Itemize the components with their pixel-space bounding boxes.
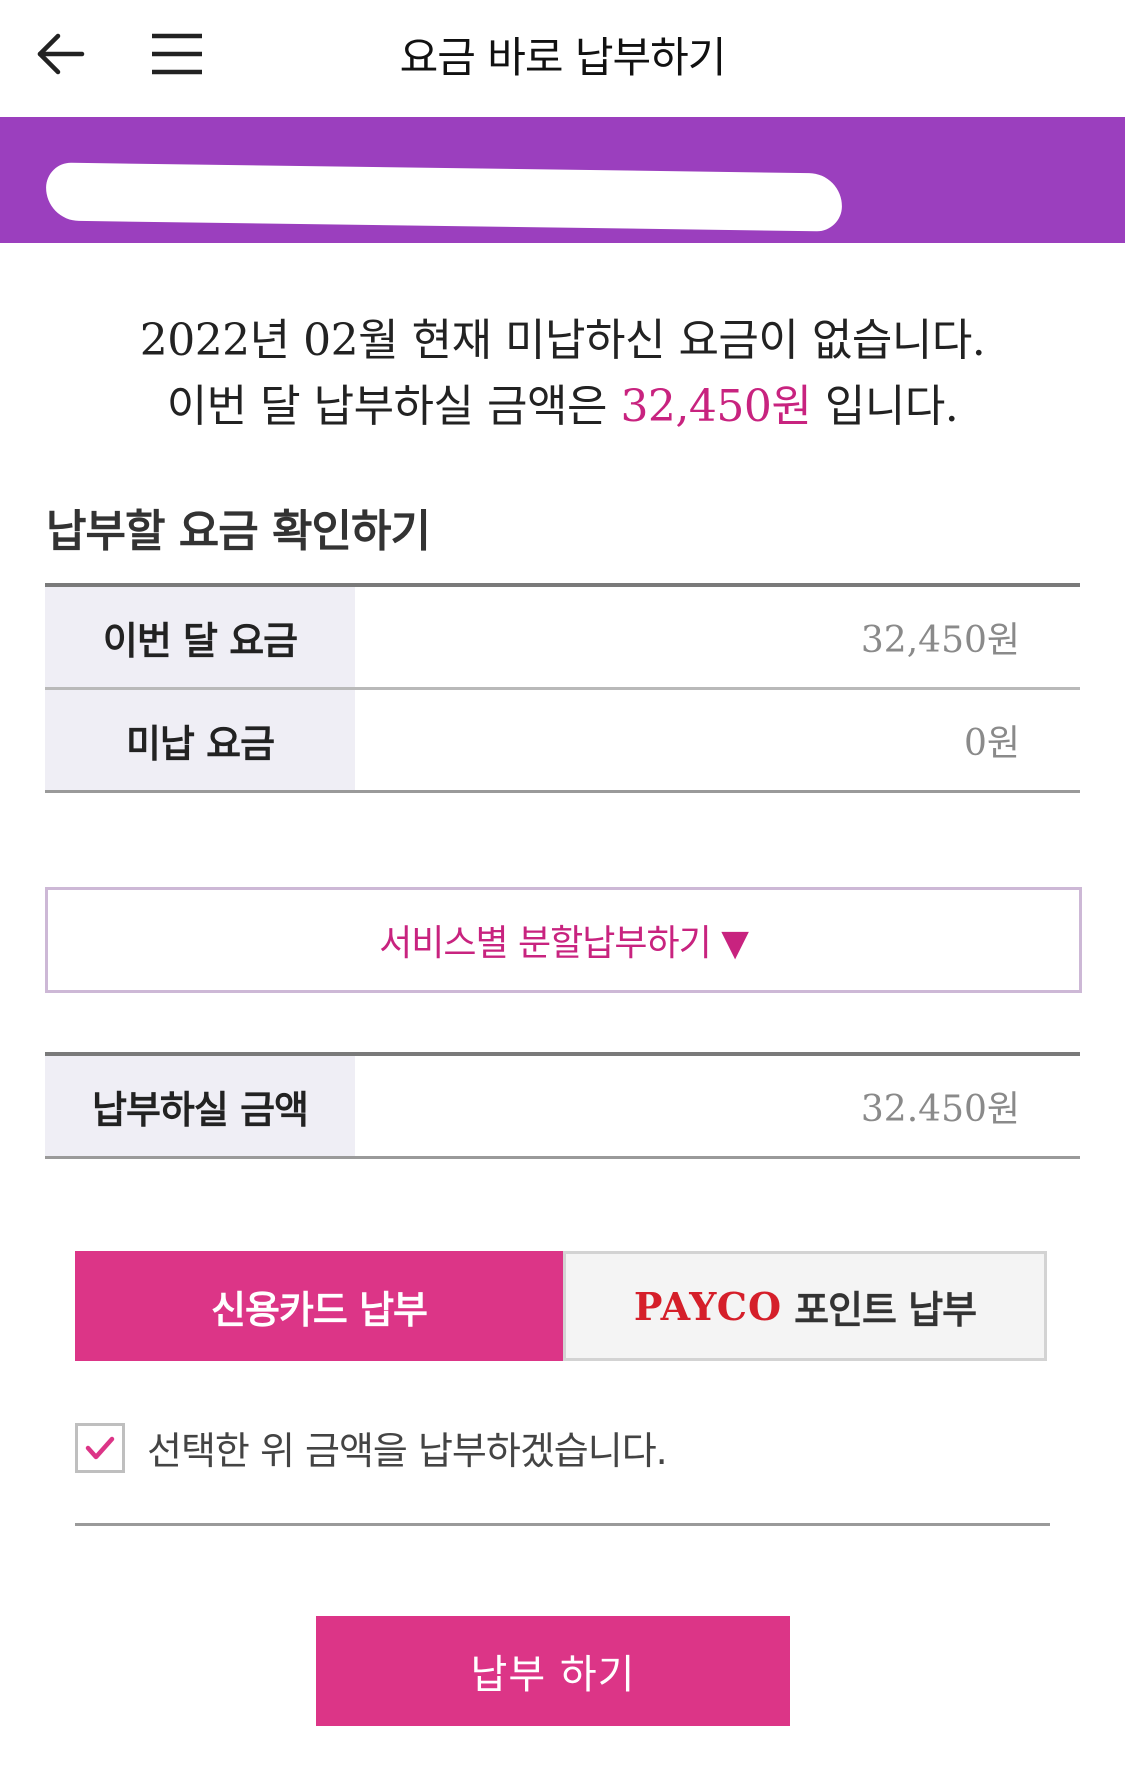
page-title: 요금 바로 납부하기 — [399, 33, 727, 82]
payment-total-table: 납부하실 금액 32.450원 — [45, 1052, 1080, 1159]
notice-line-2: 이번 달 납부하실 금액은 32,450원 입니다. — [0, 374, 1125, 440]
payco-tab-label: 포인트 납부 — [794, 1287, 977, 1332]
notice-amount: 32,450원 — [620, 381, 812, 432]
agreement-row: 선택한 위 금액을 납부하겠습니다. — [75, 1420, 668, 1475]
row-value: 32,450원 — [860, 620, 1020, 661]
bill-table: 이번 달 요금 32,450원 미납 요금 0원 — [45, 583, 1080, 793]
tab-credit-card[interactable]: 신용카드 납부 — [75, 1251, 563, 1361]
redacted-account-info — [45, 162, 843, 232]
checkmark-icon — [85, 1436, 115, 1459]
payco-brand: PAYCO — [633, 1283, 783, 1329]
row-label: 이번 달 요금 — [45, 587, 355, 687]
row-label: 미납 요금 — [45, 690, 355, 790]
row-value: 32.450원 — [860, 1089, 1020, 1130]
table-row: 미납 요금 0원 — [45, 690, 1080, 793]
agreement-checkbox[interactable] — [75, 1422, 125, 1473]
payment-method-tabs: 신용카드 납부 PAYCO 포인트 납부 — [75, 1251, 1047, 1361]
split-payment-button[interactable]: 서비스별 분할납부하기 ▼ — [45, 887, 1082, 993]
table-row: 납부하실 금액 32.450원 — [45, 1056, 1080, 1159]
row-label: 납부하실 금액 — [45, 1056, 355, 1156]
agreement-label: 선택한 위 금액을 납부하겠습니다. — [147, 1429, 668, 1473]
tab-payco-points[interactable]: PAYCO 포인트 납부 — [563, 1251, 1047, 1361]
bill-section-title: 납부할 요금 확인하기 — [46, 506, 431, 557]
billing-notice: 2022년 02월 현재 미납하신 요금이 없습니다. 이번 달 납부하실 금액… — [0, 308, 1125, 440]
row-value: 0원 — [963, 723, 1020, 764]
app-header: 요금 바로 납부하기 — [0, 0, 1125, 116]
notice-line-1: 2022년 02월 현재 미납하신 요금이 없습니다. — [139, 315, 986, 366]
notice-suffix: 입니다. — [811, 381, 959, 432]
table-row: 이번 달 요금 32,450원 — [45, 587, 1080, 690]
pay-button[interactable]: 납부 하기 — [316, 1616, 790, 1726]
divider — [75, 1523, 1050, 1526]
notice-prefix: 이번 달 납부하실 금액은 — [166, 381, 621, 432]
